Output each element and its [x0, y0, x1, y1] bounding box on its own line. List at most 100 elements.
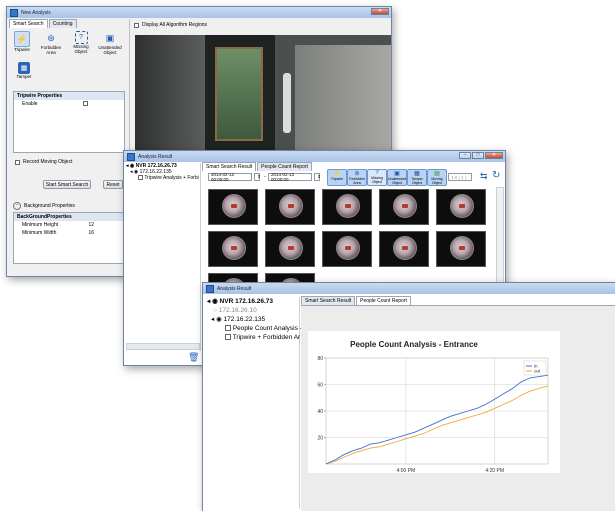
tab-smart-search-result[interactable]: Smart Search Result [202, 162, 257, 171]
window-title: Analysis Result [138, 153, 173, 160]
people-count-chart: People Count Analysis - Entrance 80 60 40 2… [308, 331, 560, 473]
thumbnail[interactable] [322, 231, 372, 267]
close-button[interactable]: ✕ [371, 8, 389, 15]
forbidden-area-icon: ⊛ [47, 32, 55, 43]
tree-leaf[interactable]: Tripwire Analysis + Forbi [126, 175, 200, 181]
filter-forbidden-area[interactable]: ⊛ Forbidden Area [347, 169, 367, 186]
tab-people-count-report[interactable]: People Count Report [257, 162, 312, 171]
export-icon[interactable]: ⇆ [480, 171, 488, 182]
tree-leaf-checkbox[interactable] [225, 325, 231, 332]
app-icon [206, 284, 214, 293]
app-icon [10, 8, 18, 17]
x-tick-label: 4:00 PM [397, 468, 416, 473]
legend-label-out: out [534, 369, 541, 374]
start-time-field[interactable]: 2014-02-12 00:00:00 [208, 172, 252, 182]
thumbnail[interactable] [208, 231, 258, 267]
y-tick-label: 60 [317, 383, 323, 389]
record-moving-checkbox[interactable] [15, 159, 20, 165]
y-tick-label: 20 [317, 436, 323, 442]
tree-leaf-2[interactable]: Tripwire + Forbidden Ar [207, 333, 300, 342]
display-all-row: Display All Algorithm Regions [134, 22, 207, 28]
minimize-button[interactable]: – [459, 152, 471, 159]
tripwire-tool[interactable]: ⚡ Tripwire [11, 31, 33, 52]
tripwire-properties-panel: Tripwire Properties Enable [13, 91, 125, 153]
background-properties-title: BackGroundProperties [14, 213, 124, 221]
start-time-spinner[interactable]: ⇕ [254, 173, 261, 181]
chevron-up-icon: ⌃ [13, 202, 21, 210]
result-tab-bar: Smart Search Result People Count Report [301, 296, 411, 305]
chart-title: People Count Analysis - Entrance [350, 340, 478, 349]
filter-tripwire[interactable]: ⚡ Tripwire [327, 169, 347, 186]
y-tick-label: 80 [317, 356, 323, 362]
min-width-row: Minimum Width 16 [22, 230, 94, 236]
enable-row: Enable [14, 100, 124, 108]
video-person [283, 73, 291, 133]
display-all-checkbox[interactable] [134, 22, 139, 28]
filter-tamper-object[interactable]: ▦ Tamper Object [407, 169, 427, 186]
thumbnail[interactable] [436, 189, 486, 225]
device-tree: ◂ ◉ NVR 172.16.26.73 ○ 172.16.26.10 ◂ ◉ … [207, 297, 302, 509]
min-width-value[interactable]: 16 [88, 230, 94, 236]
reset-button[interactable]: Reset [103, 180, 123, 189]
refresh-icon[interactable]: ↻ [492, 170, 500, 181]
close-button[interactable]: ✕ [485, 152, 503, 159]
tree-root[interactable]: ◂ ◉ NVR 172.16.26.73 [207, 297, 299, 306]
tab-smart-search[interactable]: Smart Search [9, 19, 48, 28]
filter-moving-object[interactable]: ▤ Moving Object [427, 169, 447, 186]
start-smart-search-button[interactable]: Start Smart Search [43, 180, 91, 189]
new-analysis-titlebar: New Analysis ✕ [7, 7, 391, 18]
thumbnail[interactable] [379, 231, 429, 267]
tamper-tool[interactable]: ▦ Tamper [15, 62, 33, 79]
y-tick-label: 40 [317, 409, 323, 415]
tripwire-icon: ⚡ [14, 31, 30, 47]
range-separator: - [264, 174, 266, 180]
thumbnail-scrollbar[interactable] [496, 187, 504, 289]
analysis-result-window-2: Analysis Result ◂ ◉ NVR 172.16.26.73 ○ 1… [202, 282, 615, 511]
tree-leaf-checkbox[interactable] [138, 175, 143, 181]
thumbnail[interactable] [436, 231, 486, 267]
thumbnail[interactable] [322, 189, 372, 225]
video-preview[interactable] [135, 35, 391, 157]
tree-leaf-1[interactable]: People Count Analysis - [207, 324, 302, 333]
tree-leaf-checkbox[interactable] [225, 334, 231, 341]
min-height-value[interactable]: 12 [88, 222, 94, 228]
filter-unattended-object[interactable]: ▣ Unattended Object [387, 169, 407, 186]
trash-icon[interactable]: 🗑 [188, 352, 199, 363]
end-time-spinner[interactable]: ⇕ [314, 173, 321, 181]
maximize-button[interactable]: □ [472, 152, 484, 159]
forbidden-area-icon: ⊛ [354, 171, 360, 177]
tree-child-2[interactable]: ◂ ◉ 172.16.22.135 [207, 315, 299, 324]
record-moving-row: Record Moving Object [15, 159, 72, 165]
analysis-result-titlebar: Analysis Result [203, 283, 615, 294]
forbidden-area-tool[interactable]: ⊛ Forbidden Area [39, 31, 63, 55]
background-properties-toggle[interactable]: ⌃ Background Properties [13, 202, 75, 210]
background-properties-panel: BackGroundProperties Minimum Height 12 M… [13, 212, 125, 264]
app-icon [127, 152, 135, 161]
thumbnail[interactable] [379, 189, 429, 225]
end-time-field[interactable]: 2014-02-13 00:00:00 [268, 172, 312, 182]
unattended-object-tool[interactable]: ▣ Unattended Object [95, 31, 125, 55]
thumbnail[interactable] [208, 189, 258, 225]
speed-select[interactable]: 1.0 ( 1 ) [448, 173, 472, 181]
tab-smart-search-result[interactable]: Smart Search Result [301, 296, 356, 305]
filter-missing-object[interactable]: ? Missing Object [367, 169, 387, 186]
window-title: Analysis Result [217, 285, 252, 292]
tab-people-count-report[interactable]: People Count Report [356, 296, 411, 305]
tree-child-1[interactable]: ○ 172.16.26.10 [207, 306, 299, 315]
analysis-result-titlebar: Analysis Result – □ ✕ [124, 151, 505, 162]
unattended-object-icon: ▣ [394, 171, 400, 177]
moving-object-icon: ▤ [434, 171, 440, 177]
thumbnail[interactable] [265, 189, 315, 225]
device-tree: ◂ ◉ NVR 172.16.26.73 ◂ ◉ 172.16.22.135 T… [126, 163, 201, 351]
enable-checkbox[interactable] [83, 101, 88, 106]
tripwire-icon: ⚡ [333, 171, 341, 177]
thumbnail[interactable] [265, 231, 315, 267]
result-tab-bar: Smart Search Result People Count Report [202, 162, 312, 171]
missing-object-tool[interactable]: ? Missing Object [69, 31, 93, 54]
tree-scrollbar[interactable] [126, 343, 200, 350]
video-wall-left [135, 35, 205, 157]
tab-counting[interactable]: Counting [48, 19, 77, 28]
tamper-icon: ▦ [414, 171, 420, 177]
tripwire-properties-title: Tripwire Properties [14, 92, 124, 100]
missing-object-icon: ? [74, 31, 88, 44]
